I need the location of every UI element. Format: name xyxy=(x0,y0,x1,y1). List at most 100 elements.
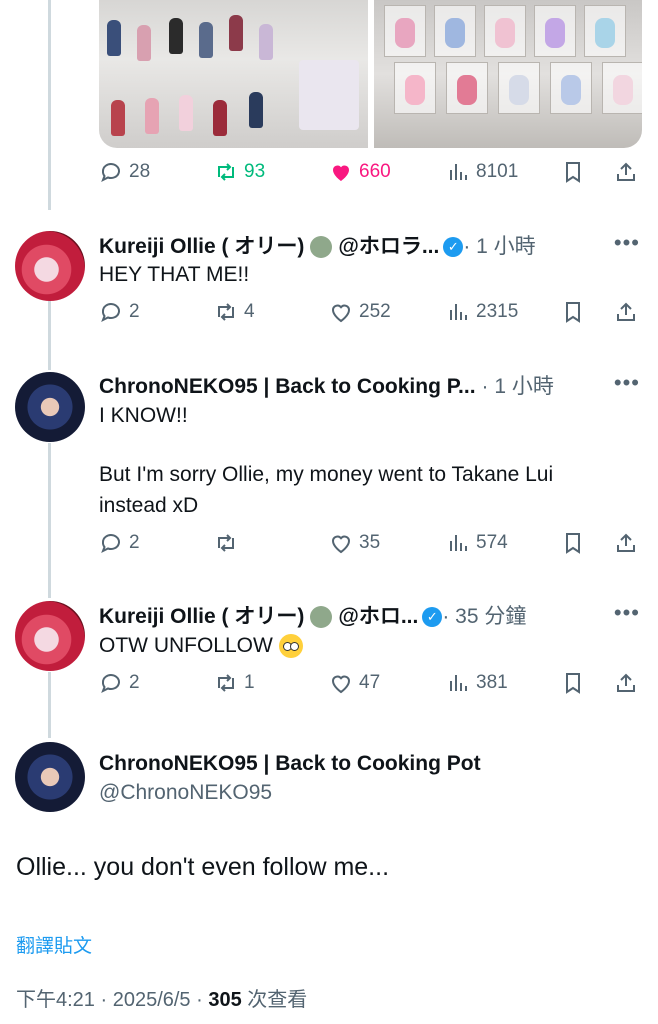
like-count: 660 xyxy=(359,161,391,182)
verified-icon: ✓ xyxy=(443,237,464,258)
views-button[interactable]: 574 xyxy=(446,531,508,555)
avatar[interactable] xyxy=(15,372,85,442)
avatar[interactable] xyxy=(15,742,85,812)
like-count: 35 xyxy=(359,532,381,553)
reply-icon xyxy=(101,163,120,183)
reply-text-content: OTW UNFOLLOW xyxy=(99,634,273,657)
share-icon xyxy=(617,162,635,181)
reply-button[interactable]: 2 xyxy=(99,671,140,695)
reply-button[interactable]: 28 xyxy=(99,160,150,184)
bookmark-icon xyxy=(566,533,580,554)
views-button[interactable]: 381 xyxy=(446,671,508,695)
more-icon[interactable]: ••• xyxy=(614,230,640,256)
more-icon[interactable]: ••• xyxy=(614,600,640,626)
reply-author[interactable]: Kureiji Ollie ( オリー) @ホロ... ✓ · 35 分鐘 xyxy=(99,600,526,630)
share-button[interactable] xyxy=(614,160,644,184)
retweet-count: 1 xyxy=(244,672,255,693)
views-icon xyxy=(450,304,467,320)
verified-icon: ✓ xyxy=(422,607,443,628)
views-count: 2315 xyxy=(476,301,519,322)
reply-time: · 1 小時 xyxy=(481,375,554,398)
views-button[interactable]: 8101 xyxy=(446,160,518,184)
retweet-icon xyxy=(218,163,234,181)
share-button[interactable] xyxy=(614,531,644,555)
main-tweet-text: Ollie... you don't even follow me... xyxy=(16,853,390,881)
zombie-emoji-icon xyxy=(310,236,333,259)
reply-text: I KNOW!! xyxy=(99,404,188,427)
retweet-count: 4 xyxy=(244,301,255,322)
retweet-button[interactable]: 4 xyxy=(214,300,255,324)
eye-roll-emoji-icon xyxy=(278,634,303,659)
reply-icon xyxy=(101,303,120,323)
tweet-image-merch[interactable] xyxy=(374,0,642,148)
reply-text: HEY THAT ME!! xyxy=(99,263,250,286)
reply-author[interactable]: ChronoNEKO95 | Back to Cooking P... · 1 小… xyxy=(99,370,554,400)
author-name: ChronoNEKO95 | Back to Cooking P... xyxy=(99,375,476,398)
share-button[interactable] xyxy=(614,671,644,695)
reply-button[interactable]: 2 xyxy=(99,531,140,555)
retweet-count: 93 xyxy=(244,161,266,182)
retweet-button[interactable]: 93 xyxy=(214,160,265,184)
share-button[interactable] xyxy=(614,300,644,324)
views-icon xyxy=(450,164,467,180)
reply-icon xyxy=(101,674,120,694)
tweet-actions: 2 1 47 381 xyxy=(99,671,644,701)
share-icon xyxy=(617,533,635,552)
reply-count: 2 xyxy=(129,672,140,693)
author-handle: @ホロラ... xyxy=(338,235,440,258)
share-icon xyxy=(617,673,635,692)
reply-text: instead xD xyxy=(99,494,199,517)
avatar[interactable] xyxy=(15,231,85,301)
tweet-actions: 2 4 252 2315 xyxy=(99,300,644,330)
bookmark-button[interactable] xyxy=(561,531,591,555)
views-label: 次查看 xyxy=(241,989,308,1011)
retweet-icon xyxy=(218,303,234,321)
tweet-actions: 2 35 574 xyxy=(99,531,644,561)
views-icon xyxy=(450,535,467,551)
reply-text: OTW UNFOLLOW xyxy=(99,630,303,661)
timestamp-text: 下午4:21 · 2025/6/5 · xyxy=(16,989,209,1011)
retweet-button[interactable] xyxy=(214,531,244,555)
heart-icon xyxy=(333,165,349,181)
views-number: 305 xyxy=(208,989,242,1011)
bookmark-icon xyxy=(566,302,580,323)
heart-icon xyxy=(331,675,351,694)
like-button[interactable]: 47 xyxy=(329,671,380,695)
thread-line xyxy=(48,0,51,210)
retweet-button[interactable]: 1 xyxy=(214,671,255,695)
main-author-handle[interactable]: @ChronoNEKO95 xyxy=(99,781,272,805)
main-author-name[interactable]: ChronoNEKO95 | Back to Cooking Pot xyxy=(99,752,481,776)
avatar[interactable] xyxy=(15,601,85,671)
bookmark-icon xyxy=(566,162,580,183)
bookmark-button[interactable] xyxy=(561,671,591,695)
bookmark-button[interactable] xyxy=(561,300,591,324)
thread-line xyxy=(48,443,51,598)
views-button[interactable]: 2315 xyxy=(446,300,518,324)
more-icon[interactable]: ••• xyxy=(614,370,640,396)
thread-line xyxy=(48,672,51,738)
like-button[interactable]: 35 xyxy=(329,531,380,555)
like-button[interactable]: 252 xyxy=(329,300,391,324)
bookmark-button[interactable] xyxy=(561,160,591,184)
retweet-icon xyxy=(218,534,234,552)
reply-count: 2 xyxy=(129,301,140,322)
author-name: Kureiji Ollie ( オリー) xyxy=(99,605,305,628)
tweet-image-figures[interactable] xyxy=(99,0,368,148)
reply-count: 2 xyxy=(129,532,140,553)
reply-author[interactable]: Kureiji Ollie ( オリー) @ホロラ... ✓ · 1 小時 xyxy=(99,230,536,260)
reply-icon xyxy=(101,534,120,554)
bookmark-icon xyxy=(566,673,580,694)
heart-icon xyxy=(331,304,351,323)
reply-time: · 1 小時 xyxy=(463,235,536,258)
share-icon xyxy=(617,302,635,321)
like-count: 252 xyxy=(359,301,391,322)
reply-count: 28 xyxy=(129,161,151,182)
translate-link[interactable]: 翻譯貼文 xyxy=(16,931,92,958)
views-count: 381 xyxy=(476,672,508,693)
reply-button[interactable]: 2 xyxy=(99,300,140,324)
retweet-icon xyxy=(218,674,234,692)
views-icon xyxy=(450,675,467,691)
like-button[interactable]: 660 xyxy=(329,160,391,184)
like-count: 47 xyxy=(359,672,381,693)
thread-line xyxy=(48,300,51,370)
